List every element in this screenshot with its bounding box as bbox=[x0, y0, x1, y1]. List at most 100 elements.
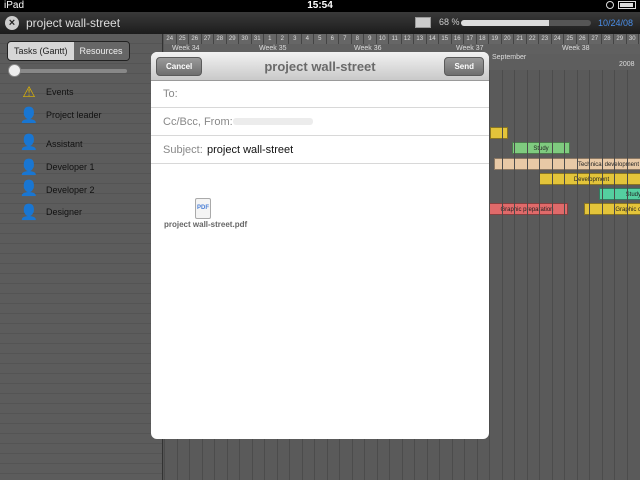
current-date[interactable]: 10/24/08 bbox=[598, 18, 633, 28]
subject-field[interactable]: Subject: project wall-street bbox=[151, 136, 489, 164]
day-cell: 6 bbox=[327, 34, 339, 44]
day-cell: 5 bbox=[314, 34, 327, 44]
day-cell: 23 bbox=[539, 34, 552, 44]
day-cell: 27 bbox=[589, 34, 602, 44]
day-cell: 29 bbox=[227, 34, 239, 44]
gantt-bar[interactable]: Graphic c bbox=[584, 203, 640, 215]
day-cell: 27 bbox=[202, 34, 214, 44]
grid-line bbox=[576, 70, 578, 480]
progress-percent: 68 % bbox=[439, 17, 460, 27]
grid-line bbox=[614, 70, 615, 480]
segment-tasks-gantt[interactable]: Tasks (Gantt) bbox=[8, 42, 74, 60]
view-segmented-control: Tasks (Gantt) Resources bbox=[7, 41, 130, 61]
day-cell: 2 bbox=[277, 34, 289, 44]
grid-line bbox=[526, 70, 528, 480]
week-label: Week 38 bbox=[562, 45, 590, 52]
to-label: To: bbox=[163, 88, 178, 100]
day-cell: 28 bbox=[214, 34, 227, 44]
close-icon[interactable]: × bbox=[5, 16, 19, 30]
day-cell: 17 bbox=[464, 34, 477, 44]
year-label: 2008 bbox=[619, 61, 635, 68]
person-icon: 👤 bbox=[19, 107, 39, 124]
week-label: Week 37 bbox=[456, 45, 484, 52]
compose-header: Cancel project wall-street Send bbox=[151, 52, 489, 81]
compose-title: project wall-street bbox=[264, 59, 376, 74]
resource-row-developer-2[interactable]: 👤 Developer 2 bbox=[0, 177, 163, 203]
day-cell: 30 bbox=[239, 34, 252, 44]
day-cell: 1 bbox=[264, 34, 277, 44]
pdf-file-icon[interactable]: PDF bbox=[195, 198, 211, 219]
day-cell: 24 bbox=[552, 34, 564, 44]
day-cell: 26 bbox=[577, 34, 589, 44]
day-cell: 12 bbox=[402, 34, 414, 44]
redacted-sender bbox=[233, 118, 313, 125]
day-cell: 10 bbox=[377, 34, 389, 44]
day-cell: 24 bbox=[164, 34, 177, 44]
status-bar: iPad 15:54 bbox=[0, 0, 640, 12]
segment-resources[interactable]: Resources bbox=[73, 42, 129, 60]
day-cell: 19 bbox=[489, 34, 502, 44]
mail-icon[interactable] bbox=[415, 17, 431, 28]
subject-label: Subject: bbox=[163, 144, 203, 156]
send-button[interactable]: Send bbox=[444, 57, 484, 76]
cc-bcc-from-label: Cc/Bcc, From: bbox=[163, 116, 233, 128]
day-cell: 21 bbox=[514, 34, 527, 44]
to-field[interactable]: To: bbox=[151, 80, 489, 108]
progress-bar bbox=[461, 20, 591, 26]
status-clock: 15:54 bbox=[307, 0, 333, 11]
week-label: Week 34 bbox=[172, 45, 200, 52]
resource-row-designer[interactable]: 👤 Designer bbox=[0, 201, 163, 225]
day-cell: 28 bbox=[602, 34, 614, 44]
gantt-bar[interactable] bbox=[490, 127, 508, 139]
grid-line bbox=[551, 70, 553, 480]
attachment-name: project wall-street.pdf bbox=[164, 220, 248, 229]
grid-line bbox=[501, 70, 503, 480]
day-cell: 16 bbox=[452, 34, 464, 44]
day-cell: 14 bbox=[427, 34, 439, 44]
person-icon: 👤 bbox=[19, 180, 39, 197]
day-cell: 13 bbox=[414, 34, 427, 44]
day-cell: 9 bbox=[364, 34, 377, 44]
document-title: project wall-street bbox=[26, 16, 121, 30]
day-cell: 29 bbox=[614, 34, 627, 44]
month-label: September bbox=[492, 54, 527, 61]
grid-line bbox=[539, 70, 540, 480]
day-cell: 18 bbox=[477, 34, 489, 44]
day-cell: 25 bbox=[177, 34, 189, 44]
day-cell: 30 bbox=[627, 34, 639, 44]
gantt-bar[interactable]: Study bbox=[512, 142, 570, 154]
resource-row-assistant[interactable]: 👤 Assistant bbox=[0, 131, 163, 157]
subject-value: project wall-street bbox=[207, 144, 294, 156]
person-icon: 👤 bbox=[19, 134, 39, 151]
day-cell: 7 bbox=[339, 34, 352, 44]
day-cell: 20 bbox=[502, 34, 514, 44]
grid-line bbox=[601, 70, 603, 480]
gantt-bar[interactable]: Technical development bbox=[494, 158, 640, 170]
resource-row-project-leader[interactable]: 👤 Project leader bbox=[0, 101, 163, 131]
grid-line bbox=[514, 70, 515, 480]
day-cell: 8 bbox=[352, 34, 364, 44]
person-icon: 👤 bbox=[19, 159, 39, 176]
grid-line bbox=[489, 70, 490, 480]
grid-line bbox=[589, 70, 590, 480]
week-label: Week 35 bbox=[259, 45, 287, 52]
zoom-slider[interactable] bbox=[8, 64, 127, 77]
battery-icon bbox=[618, 1, 636, 9]
cc-bcc-from-field[interactable]: Cc/Bcc, From: bbox=[151, 108, 489, 136]
day-cell: 4 bbox=[302, 34, 314, 44]
day-cell: 26 bbox=[189, 34, 202, 44]
week-label: Week 36 bbox=[354, 45, 382, 52]
day-cell: 3 bbox=[289, 34, 302, 44]
progress-fill bbox=[461, 20, 550, 26]
gantt-bar[interactable]: Study bbox=[599, 188, 640, 200]
app-toolbar: × project wall-street 68 % 10/24/08 bbox=[0, 12, 640, 34]
day-cell: 31 bbox=[252, 34, 264, 44]
grid-line bbox=[626, 70, 628, 480]
rotation-lock-icon bbox=[606, 1, 614, 9]
resource-panel: Tasks (Gantt) Resources ⚠ Events 👤 Proje… bbox=[0, 34, 163, 480]
day-cell: 11 bbox=[389, 34, 402, 44]
slider-knob[interactable] bbox=[8, 64, 21, 77]
day-header: 24 25 26 27 28 29 30 31 1 2 3 4 5 6 7 8 9 10 11 12 13 14 15 16 1… bbox=[164, 34, 640, 44]
day-cell: 22 bbox=[527, 34, 539, 44]
grid-line bbox=[564, 70, 565, 480]
